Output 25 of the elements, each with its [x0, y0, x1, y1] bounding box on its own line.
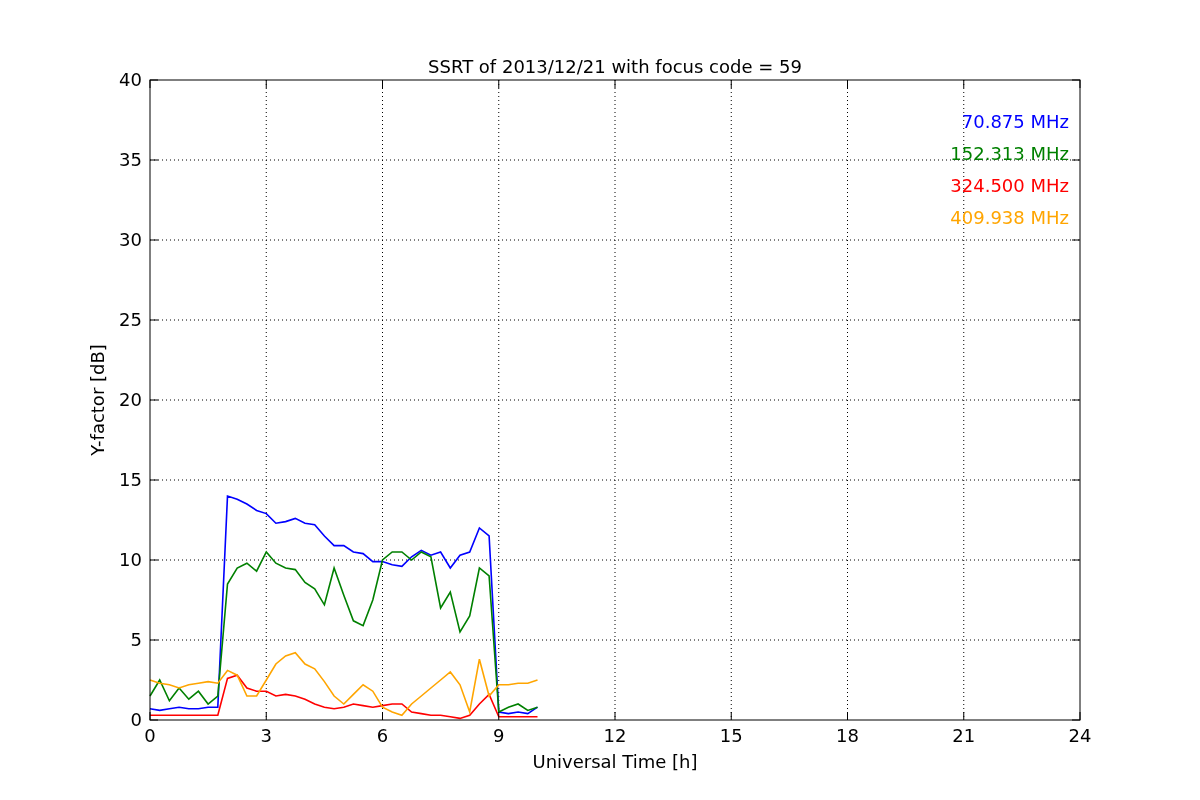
- x-tick-label: 9: [493, 725, 505, 746]
- x-axis-label: Universal Time [h]: [532, 751, 698, 772]
- y-tick-label: 10: [119, 549, 142, 570]
- legend-label: 324.500 MHz: [950, 175, 1069, 196]
- chart-title: SSRT of 2013/12/21 with focus code = 59: [428, 56, 802, 77]
- y-tick-label: 40: [119, 69, 142, 90]
- x-tick-label: 21: [952, 725, 976, 746]
- legend-label: 152.313 MHz: [950, 143, 1069, 164]
- legend-label: 70.875 MHz: [961, 111, 1069, 132]
- x-tick-label: 6: [376, 725, 389, 746]
- y-tick-label: 35: [119, 149, 142, 170]
- y-tick-label: 20: [119, 389, 142, 410]
- y-axis-label: Y-factor [dB]: [87, 344, 108, 456]
- x-tick-label: 15: [719, 725, 743, 746]
- legend-label: 409.938 MHz: [950, 207, 1069, 228]
- x-tick-label: 12: [603, 725, 627, 746]
- x-tick-label: 18: [836, 725, 859, 746]
- x-tick-label: 3: [260, 725, 272, 746]
- x-tick-label: 24: [1068, 725, 1092, 746]
- y-tick-label: 15: [119, 469, 142, 490]
- y-tick-label: 30: [119, 229, 142, 250]
- y-tick-label: 5: [130, 629, 142, 650]
- y-tick-label: 0: [130, 709, 142, 730]
- y-tick-label: 25: [119, 309, 142, 330]
- x-tick-label: 0: [144, 725, 156, 746]
